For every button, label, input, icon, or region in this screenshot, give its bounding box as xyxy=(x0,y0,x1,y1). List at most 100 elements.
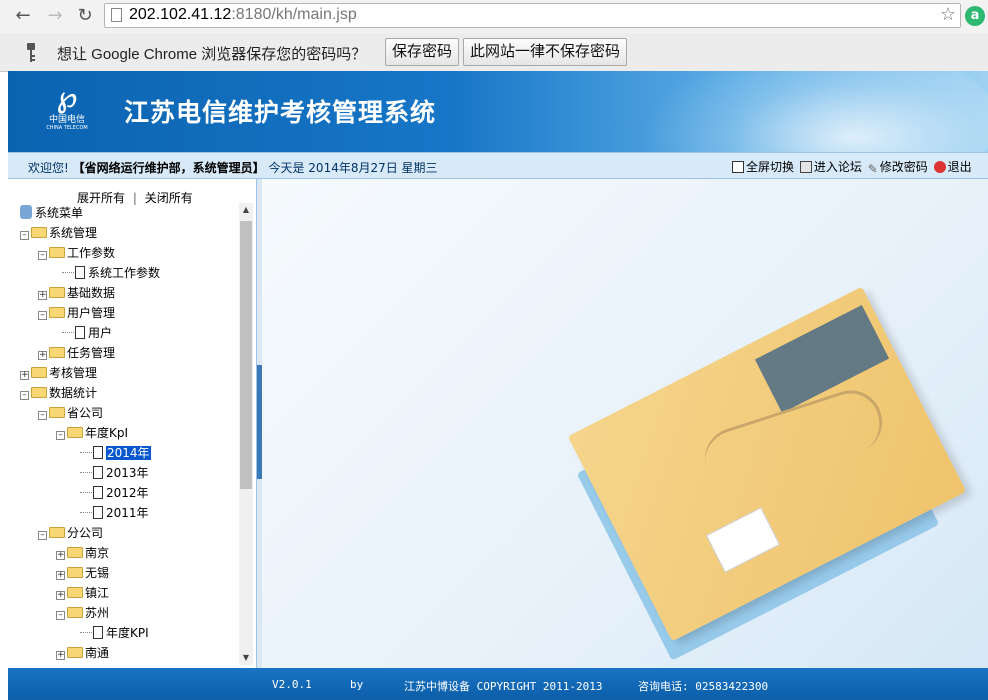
expand-all-link[interactable]: 展开所有 xyxy=(77,191,125,205)
folder-closed-icon xyxy=(67,647,83,658)
main-content xyxy=(262,179,988,668)
never-save-password-button[interactable]: 此网站一律不保存密码 xyxy=(463,38,628,66)
tree-controls: 展开所有 | 关闭所有 xyxy=(77,191,193,205)
folder-open-icon xyxy=(31,227,47,238)
tree-leaf-suzhou-annual-kpi[interactable]: 年度KPI xyxy=(80,623,149,643)
fullscreen-icon xyxy=(732,161,744,173)
tree-leaf-system-work-params[interactable]: 系统工作参数 xyxy=(62,263,160,283)
folder-open-icon xyxy=(49,247,65,258)
tree-node-nantong[interactable]: + 南通 xyxy=(56,643,109,663)
collapse-icon[interactable]: – xyxy=(38,531,47,540)
tree-node-wuxi[interactable]: + 无锡 xyxy=(56,563,109,583)
folder-open-icon xyxy=(67,427,83,438)
folder-open-icon xyxy=(49,307,65,318)
address-bar[interactable]: 202.102.41.12:8180/kh/main.jsp ☆ xyxy=(104,3,961,28)
computer-icon xyxy=(20,205,32,219)
document-icon xyxy=(93,626,103,639)
user-info-bar: 欢迎您! 【省网络运行维护部，系统管理员】 今天是 2014年8月27日 星期三… xyxy=(8,152,988,179)
expand-icon[interactable]: + xyxy=(56,571,65,580)
key-icon xyxy=(27,43,35,62)
document-icon xyxy=(93,486,103,499)
expand-icon[interactable]: + xyxy=(20,371,29,380)
footer-bar: V2.0.1 by 江苏中博设备 COPYRIGHT 2011-2013 咨询电… xyxy=(8,668,988,700)
folder-closed-icon xyxy=(31,367,47,378)
copyright-text: 江苏中博设备 COPYRIGHT 2011-2013 xyxy=(404,680,603,693)
reload-icon[interactable]: ↻ xyxy=(74,5,96,27)
url-text: 202.102.41.12:8180/kh/main.jsp xyxy=(129,6,357,23)
collapse-icon[interactable]: – xyxy=(38,251,47,260)
china-telecom-logo: ℘ 中国电信 CHINA TELECOM xyxy=(46,80,88,132)
welcome-text: 欢迎您! 【省网络运行维护部，系统管理员】 今天是 2014年8月27日 星期三 xyxy=(28,161,438,175)
collapse-all-link[interactable]: 关闭所有 xyxy=(145,191,193,205)
scrollbar-thumb[interactable] xyxy=(240,221,252,489)
expand-icon[interactable]: + xyxy=(56,591,65,600)
back-arrow-icon[interactable]: ← xyxy=(12,5,34,27)
collapse-icon[interactable]: – xyxy=(56,431,65,440)
tree-node-zhenjiang[interactable]: + 镇江 xyxy=(56,583,109,603)
tree-node-statistics[interactable]: – 数据统计 xyxy=(20,383,97,403)
scroll-up-icon[interactable]: ▲ xyxy=(239,203,253,217)
collapse-icon[interactable]: – xyxy=(38,411,47,420)
document-icon xyxy=(93,506,103,519)
document-icon xyxy=(75,326,85,339)
expand-icon[interactable]: + xyxy=(56,651,65,660)
tree-node-branch-company[interactable]: – 分公司 xyxy=(38,523,103,543)
system-title: 江苏电信维护考核管理系统 xyxy=(124,98,437,127)
tree-leaf-user[interactable]: 用户 xyxy=(62,323,112,343)
logout-link[interactable]: 退出 xyxy=(933,158,972,175)
tree-node-nanjing[interactable]: + 南京 xyxy=(56,543,109,563)
folder-open-icon xyxy=(49,407,65,418)
document-icon xyxy=(93,466,103,479)
expand-icon[interactable]: + xyxy=(38,351,47,360)
app-frame: ℘ 中国电信 CHINA TELECOM 江苏电信维护考核管理系统 欢迎您! 【… xyxy=(8,71,988,700)
collapse-icon[interactable]: – xyxy=(20,391,29,400)
folder-open-icon xyxy=(31,387,47,398)
tree-node-base-data[interactable]: + 基础数据 xyxy=(38,283,115,303)
exit-icon xyxy=(933,161,946,173)
forward-arrow-icon[interactable]: → xyxy=(44,5,66,27)
fullscreen-toggle-link[interactable]: 全屏切换 xyxy=(732,158,794,175)
collapse-icon[interactable]: – xyxy=(56,611,65,620)
password-save-bar: 想让 Google Chrome 浏览器保存您的密码吗？ 保存密码 此网站一律不… xyxy=(0,33,988,72)
enter-forum-link[interactable]: 进入论坛 xyxy=(799,158,862,175)
document-icon xyxy=(93,446,103,459)
tree-node-task-management[interactable]: + 任务管理 xyxy=(38,343,115,363)
tree-node-suzhou[interactable]: – 苏州 xyxy=(56,603,109,623)
tree-node-user-management[interactable]: – 用户管理 xyxy=(38,303,115,323)
tree-node-province-company[interactable]: – 省公司 xyxy=(38,403,103,423)
collapse-icon[interactable]: – xyxy=(20,231,29,240)
expand-icon[interactable]: + xyxy=(56,551,65,560)
folder-closed-icon xyxy=(67,567,83,578)
collapse-icon[interactable]: – xyxy=(38,311,47,320)
expand-icon[interactable]: + xyxy=(38,291,47,300)
browser-toolbar: ← → ↻ 202.102.41.12:8180/kh/main.jsp ☆ a xyxy=(0,0,988,33)
sidebar-menu: 展开所有 | 关闭所有 系统菜单 – 系统管理 – 工作参数 系统工作参数 + 基础数… xyxy=(8,179,256,668)
change-password-link[interactable]: ✎ 修改密码 xyxy=(867,158,928,176)
version-text: V2.0.1 xyxy=(272,678,312,691)
globe-graphic xyxy=(638,71,988,152)
save-password-button[interactable]: 保存密码 xyxy=(385,38,460,66)
user-name: 【省网络运行维护部，系统管理员】 xyxy=(72,161,265,175)
tree-node-annual-kpi[interactable]: – 年度KpI xyxy=(56,423,128,443)
tree-leaf-2014[interactable]: 2014年 xyxy=(80,443,151,463)
sidebar-scrollbar[interactable]: ▲ ▼ xyxy=(239,203,253,665)
tree-node-work-params[interactable]: – 工作参数 xyxy=(38,243,115,263)
header-banner: ℘ 中国电信 CHINA TELECOM 江苏电信维护考核管理系统 xyxy=(8,71,988,152)
tree-leaf-2011[interactable]: 2011年 xyxy=(80,503,149,523)
tree-leaf-2012[interactable]: 2012年 xyxy=(80,483,149,503)
by-text: by xyxy=(350,678,364,691)
page-icon xyxy=(111,8,122,22)
tree-root[interactable]: 系统菜单 xyxy=(20,203,83,223)
top-actions: 全屏切换 进入论坛 ✎ 修改密码 退出 xyxy=(732,158,974,176)
folder-closed-icon xyxy=(67,547,83,558)
folder-closed-icon xyxy=(67,587,83,598)
extension-icon[interactable]: a xyxy=(965,6,985,26)
document-icon xyxy=(75,266,85,279)
pencil-icon: ✎ xyxy=(867,162,878,176)
bookmark-star-icon[interactable]: ☆ xyxy=(940,4,956,25)
date-text: 今天是 2014年8月27日 星期三 xyxy=(268,161,438,175)
tree-node-assessment-management[interactable]: + 考核管理 xyxy=(20,363,97,383)
tree-leaf-2013[interactable]: 2013年 xyxy=(80,463,149,483)
scroll-down-icon[interactable]: ▼ xyxy=(239,651,253,665)
tree-node-system-management[interactable]: – 系统管理 xyxy=(20,223,97,243)
